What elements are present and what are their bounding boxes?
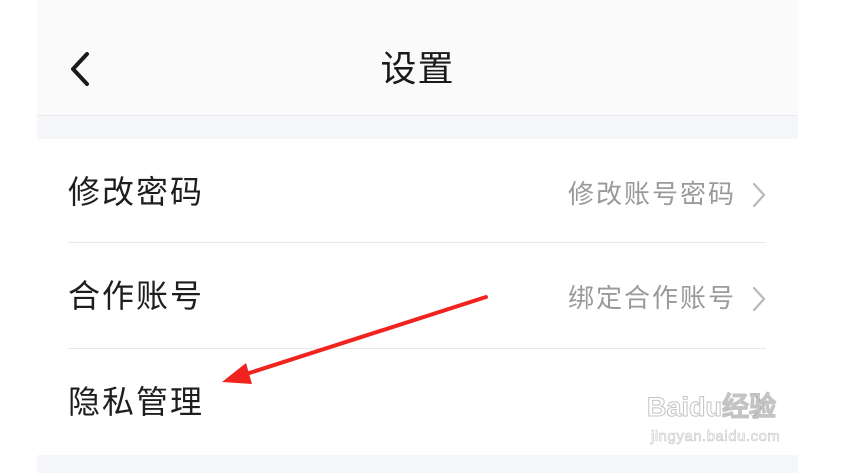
row-value: 绑定合作账号 bbox=[567, 284, 736, 314]
row-label: 隐私管理 bbox=[68, 383, 205, 421]
chevron-right-icon bbox=[752, 392, 766, 418]
settings-row-privacy[interactable]: 隐私管理 bbox=[37, 349, 798, 453]
settings-row-partner-account[interactable]: 合作账号 绑定合作账号 bbox=[37, 243, 798, 347]
chevron-right-icon bbox=[752, 182, 766, 208]
row-value: 修改账号密码 bbox=[567, 180, 736, 210]
settings-screen: 设置 修改密码 修改账号密码 合作账号 绑定合作账号 隐私管理 bbox=[37, 0, 798, 473]
nav-bar: 设置 bbox=[37, 0, 798, 116]
settings-row-change-password[interactable]: 修改密码 修改账号密码 bbox=[37, 139, 798, 243]
page-title: 设置 bbox=[380, 49, 455, 90]
row-label: 修改密码 bbox=[68, 173, 205, 211]
row-label: 合作账号 bbox=[68, 277, 205, 315]
chevron-right-icon bbox=[752, 286, 766, 312]
settings-list: 修改密码 修改账号密码 合作账号 绑定合作账号 隐私管理 bbox=[37, 139, 798, 455]
